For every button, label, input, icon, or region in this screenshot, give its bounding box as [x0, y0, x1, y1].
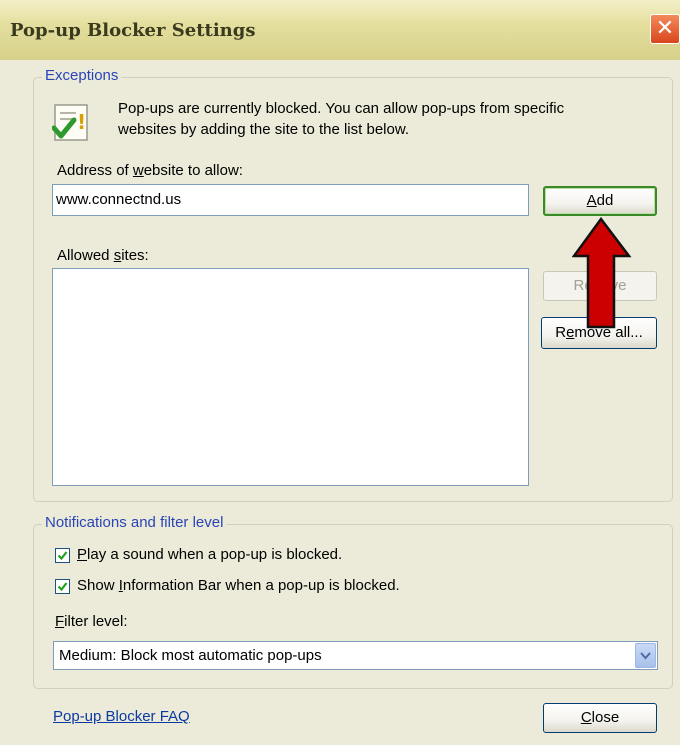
filter-level-value: Medium: Block most automatic pop-ups: [59, 647, 322, 664]
play-sound-checkbox[interactable]: [55, 548, 70, 563]
svg-text:!: !: [77, 110, 86, 134]
show-information-bar-checkbox[interactable]: [55, 579, 70, 594]
dialog-body: Exceptions ! Pop-ups are currently block…: [0, 60, 680, 745]
address-label: Address of website to allow:: [57, 162, 243, 179]
info-check-icon: !: [51, 102, 96, 146]
info-text-line-1: Pop-ups are currently blocked. You can a…: [118, 100, 565, 117]
allowed-sites-label: Allowed sites:: [57, 247, 149, 264]
notifications-legend: Notifications and filter level: [42, 514, 227, 531]
show-information-bar-label[interactable]: Show Information Bar when a pop-up is bl…: [77, 577, 400, 594]
red-arrow-annotation: [572, 217, 632, 329]
info-text-line-2: websites by adding the site to the list …: [118, 121, 410, 138]
exceptions-legend: Exceptions: [42, 67, 122, 84]
title-bar[interactable]: Pop-up Blocker Settings ✕: [0, 0, 680, 61]
address-input[interactable]: www.connectnd.us: [52, 184, 529, 216]
dropdown-arrow-icon[interactable]: [635, 643, 656, 668]
close-window-button[interactable]: ✕: [650, 14, 680, 44]
filter-level-label: Filter level:: [55, 613, 128, 630]
play-sound-label[interactable]: Play a sound when a pop-up is blocked.: [77, 546, 342, 563]
address-input-value: www.connectnd.us: [56, 191, 182, 208]
window-title: Pop-up Blocker Settings: [10, 20, 256, 41]
filter-level-select[interactable]: Medium: Block most automatic pop-ups: [53, 641, 658, 670]
add-button[interactable]: Add: [543, 186, 657, 216]
checkbox-check-icon: [57, 551, 68, 561]
popup-blocker-settings-window: Pop-up Blocker Settings ✕ Exceptions ! P…: [0, 0, 680, 745]
close-button[interactable]: Close: [543, 703, 657, 733]
checkbox-check-icon: [57, 582, 68, 592]
popup-blocker-faq-link[interactable]: Pop-up Blocker FAQ: [53, 708, 190, 725]
allowed-sites-list[interactable]: [52, 268, 529, 486]
